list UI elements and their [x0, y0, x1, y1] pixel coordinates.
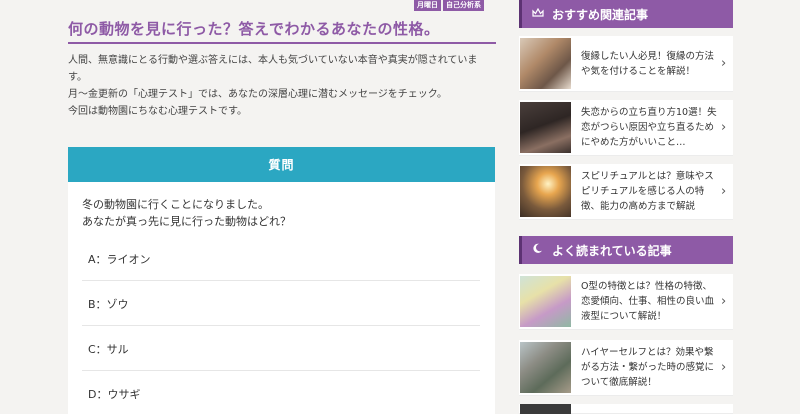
article-thumbnail — [520, 102, 571, 153]
question-line: 冬の動物園に行くことになりました。 — [82, 198, 269, 211]
article-thumbnail — [520, 38, 571, 89]
article-title: ハイヤーセルフとは？効果や繋がる方法・繋がった時の感覚について徹底解説！ — [581, 347, 715, 388]
recommended-title: おすすめ関連記事 — [552, 7, 649, 22]
option-d[interactable]: D：ウサギ — [82, 372, 480, 414]
question-box: 質問 冬の動物園に行くことになりました。 あなたが真っ先に見に行った動物はどれ？… — [68, 147, 495, 414]
lead-paragraph: 人間、無意識にとる行動や選ぶ答えには、本人も気づいていない本音や真実が隠されてい… — [68, 55, 478, 83]
moon-icon — [532, 243, 546, 257]
chevron-right-icon: › — [721, 120, 727, 135]
sidebar: おすすめ関連記事 復縁したい人必見！復縁の方法や気を付けることを解説！ › 失恋… — [519, 0, 733, 414]
option-c[interactable]: C：サル — [82, 327, 480, 371]
article-main: 月曜日 自己分析系 何の動物を見に行った？答えでわかるあなたの性格。 人間、無意… — [68, 0, 496, 414]
option-a[interactable]: A：ライオン — [82, 237, 480, 281]
option-b[interactable]: B：ゾウ — [82, 282, 480, 326]
article-title: O型の特徴とは？性格の特徴、恋愛傾向、仕事、相性の良い血液型について解説！ — [581, 281, 715, 322]
popular-article[interactable]: ハイヤーセルフとは？効果や繋がる方法・繋がった時の感覚について徹底解説！ › — [519, 340, 733, 396]
article-thumbnail — [520, 403, 571, 414]
chevron-right-icon: › — [721, 294, 727, 309]
chevron-right-icon: › — [721, 56, 727, 71]
popular-title: よく読まれている記事 — [552, 243, 672, 258]
article-thumbnail — [520, 166, 571, 217]
tag-category[interactable]: 自己分析系 — [443, 0, 484, 11]
recommended-header: おすすめ関連記事 — [519, 0, 733, 28]
recommended-article[interactable]: 復縁したい人必見！復縁の方法や気を付けることを解説！ › — [519, 36, 733, 92]
lead-paragraph: 月～金更新の「心理テスト」では、あなたの深層心理に潜むメッセージをチェック。 — [68, 89, 447, 100]
question-text: 冬の動物園に行くことになりました。 あなたが真っ先に見に行った動物はどれ？ — [82, 196, 291, 230]
article-thumbnail — [520, 342, 571, 393]
question-header: 質問 — [68, 147, 495, 182]
chevron-right-icon: › — [721, 184, 727, 199]
article-title: 復縁したい人必見！復縁の方法や気を付けることを解説！ — [581, 50, 715, 77]
popular-article[interactable]: O型の特徴とは？性格の特徴、恋愛傾向、仕事、相性の良い血液型について解説！ › — [519, 274, 733, 330]
chevron-right-icon: › — [721, 360, 727, 375]
recommended-article[interactable]: スピリチュアルとは？意味やスピリチュアルを感じる人の特徴、能力の高め方まで解説 … — [519, 164, 733, 220]
article-thumbnail — [520, 276, 571, 327]
lead-paragraph: 今回は動物園にちなむ心理テストです。 — [68, 106, 247, 117]
article-title: 失恋からの立ち直り方10選！失恋がつらい原因や立ち直るためにやめた方がいいこと… — [581, 107, 717, 148]
popular-header: よく読まれている記事 — [519, 236, 733, 264]
tag-day[interactable]: 月曜日 — [414, 0, 441, 11]
tag-bar: 月曜日 自己分析系 — [414, 0, 484, 11]
recommended-article[interactable]: 失恋からの立ち直り方10選！失恋がつらい原因や立ち直るためにやめた方がいいこと…… — [519, 100, 733, 156]
article-lead: 人間、無意識にとる行動や選ぶ答えには、本人も気づいていない本音や真実が隠されてい… — [68, 52, 496, 120]
title-underline — [68, 42, 496, 44]
popular-article[interactable] — [519, 403, 733, 414]
article-title: 何の動物を見に行った？答えでわかるあなたの性格。 — [68, 20, 440, 38]
article-title: スピリチュアルとは？意味やスピリチュアルを感じる人の特徴、能力の高め方まで解説 — [581, 171, 714, 212]
crown-icon — [532, 7, 546, 21]
question-line: あなたが真っ先に見に行った動物はどれ？ — [82, 215, 291, 228]
